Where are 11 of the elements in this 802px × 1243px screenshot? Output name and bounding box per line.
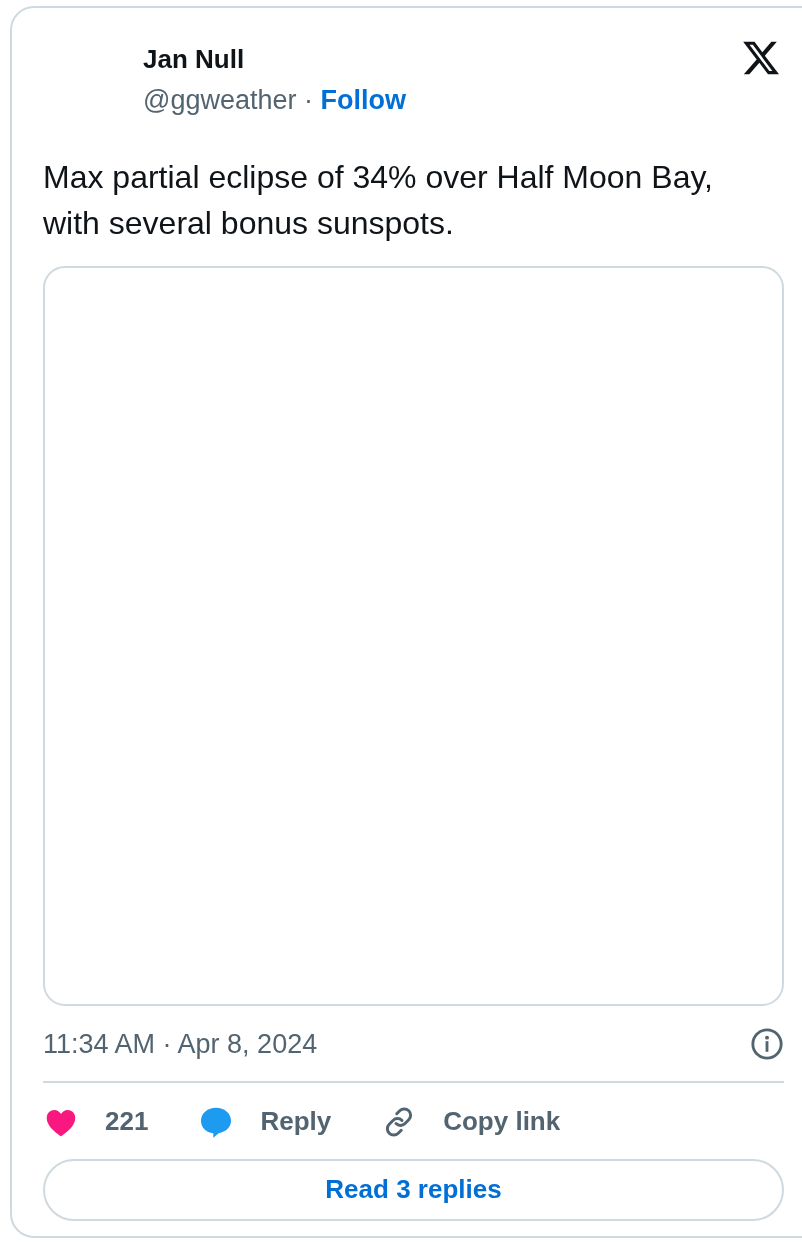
follow-link[interactable]: Follow bbox=[320, 85, 406, 115]
like-button[interactable]: 221 bbox=[43, 1102, 149, 1141]
separator-dot: · bbox=[304, 85, 313, 115]
tweet-text: Max partial eclipse of 34% over Half Moon Bay, with several bonus sunspots. bbox=[43, 158, 714, 243]
reply-button[interactable]: Reply bbox=[198, 1102, 332, 1141]
author-name[interactable]: Jan Null bbox=[143, 44, 406, 74]
copy-button[interactable]: Copy link bbox=[381, 1102, 561, 1141]
timestamp[interactable]: 11:34 AM · Apr 8, 2024 bbox=[43, 1024, 318, 1065]
info-icon[interactable] bbox=[750, 1027, 784, 1062]
author-handle[interactable]: @ggweather bbox=[143, 85, 297, 115]
read-replies-button[interactable]: Read 3 replies bbox=[43, 1158, 784, 1221]
